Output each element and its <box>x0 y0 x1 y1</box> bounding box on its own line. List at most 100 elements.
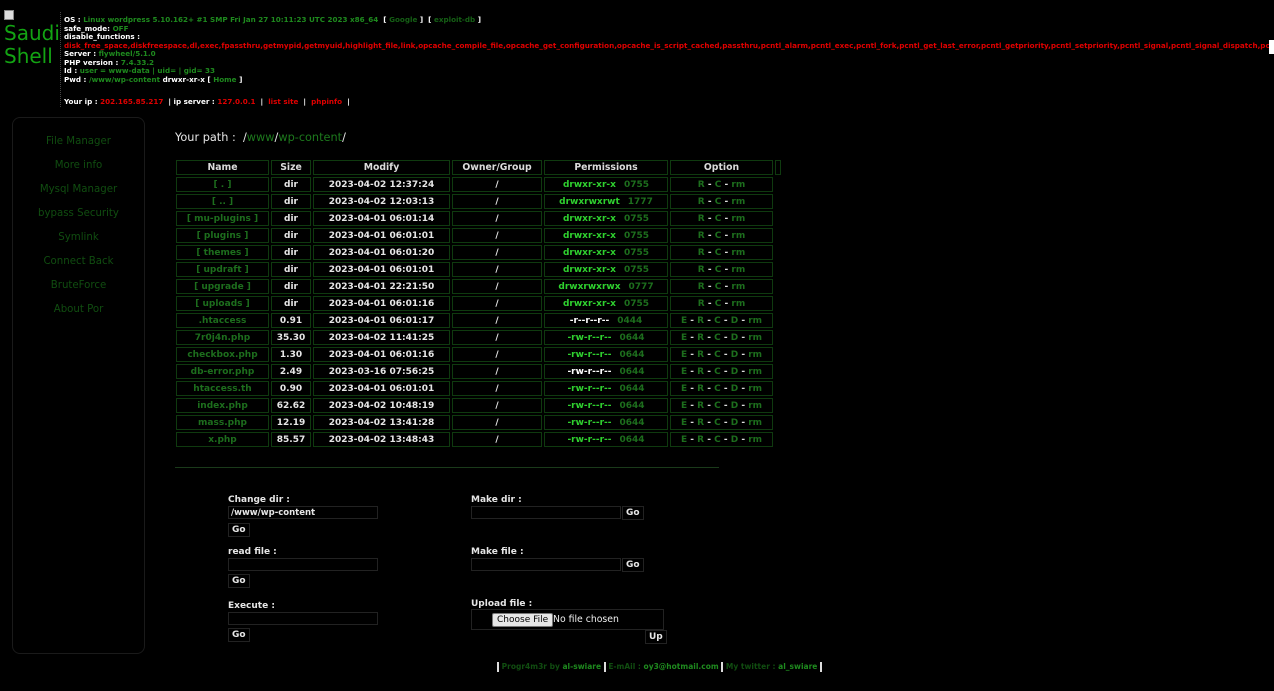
read-file-input[interactable] <box>228 558 378 571</box>
option-rm-link[interactable]: rm <box>748 367 762 377</box>
file-permissions[interactable]: drwxr-xr-x 0755 <box>544 211 668 226</box>
option-rm-link[interactable]: rm <box>731 231 745 241</box>
file-name[interactable]: [ themes ] <box>176 245 269 260</box>
make-dir-go-button[interactable]: Go <box>622 506 644 520</box>
make-file-input[interactable] <box>471 558 621 571</box>
option-c-link[interactable]: C <box>714 401 721 411</box>
file-permissions[interactable]: drwxr-xr-x 0755 <box>544 296 668 311</box>
file-name[interactable]: [ updraft ] <box>176 262 269 277</box>
option-rm-link[interactable]: rm <box>748 418 762 428</box>
sidebar-item-file-manager[interactable]: File Manager <box>13 130 144 154</box>
make-dir-input[interactable] <box>471 506 621 519</box>
option-r-link[interactable]: R <box>698 214 705 224</box>
file-name[interactable]: index.php <box>176 398 269 413</box>
permission-string: -rw-r--r-- <box>567 349 612 360</box>
option-c-link[interactable]: C <box>714 435 721 445</box>
file-name[interactable]: db-error.php <box>176 364 269 379</box>
change-dir-input[interactable]: /www/wp-content <box>228 506 378 519</box>
file-name[interactable]: htaccess.th <box>176 381 269 396</box>
file-permissions[interactable]: drwxrwxrwx 0777 <box>544 279 668 294</box>
file-name[interactable]: checkbox.php <box>176 347 269 362</box>
file-permissions[interactable]: -rw-r--r-- 0644 <box>544 398 668 413</box>
file-name[interactable]: [ . ] <box>176 177 269 192</box>
sidebar-item-symlink[interactable]: Symlink <box>13 226 144 250</box>
file-name[interactable]: [ mu-plugins ] <box>176 211 269 226</box>
file-name[interactable]: [ upgrade ] <box>176 279 269 294</box>
file-options: E - R - C - D - rm <box>670 415 773 430</box>
file-permissions[interactable]: -rw-r--r-- 0644 <box>544 432 668 447</box>
option-rm-link[interactable]: rm <box>748 384 762 394</box>
option-c-link[interactable]: C <box>714 367 721 377</box>
path-segment-www[interactable]: www <box>247 131 275 144</box>
file-permissions[interactable]: drwxrwxrwt 1777 <box>544 194 668 209</box>
file-name[interactable]: .htaccess <box>176 313 269 328</box>
execute-go-button[interactable]: Go <box>228 628 250 642</box>
permission-string: drwxr-xr-x <box>562 230 616 241</box>
file-options: R - C - rm <box>670 228 773 243</box>
option-r-link[interactable]: R <box>698 231 705 241</box>
file-permissions[interactable]: -rw-r--r-- 0644 <box>544 330 668 345</box>
option-r-link[interactable]: R <box>698 282 705 292</box>
option-c-link[interactable]: C <box>714 333 721 343</box>
file-name[interactable]: [ plugins ] <box>176 228 269 243</box>
option-rm-link[interactable]: rm <box>748 316 762 326</box>
option-c-link[interactable]: C <box>714 418 721 428</box>
option-c-link[interactable]: C <box>714 316 721 326</box>
execute-input[interactable] <box>228 612 378 625</box>
option-rm-link[interactable]: rm <box>731 248 745 258</box>
footer-twitter[interactable]: al_swiare <box>778 662 817 671</box>
path-segment-wp-content[interactable]: wp-content <box>278 131 342 144</box>
sidebar-item-mysql-manager[interactable]: Mysql Manager <box>13 178 144 202</box>
option-rm-link[interactable]: rm <box>748 333 762 343</box>
sidebar-item-more-info[interactable]: More info <box>13 154 144 178</box>
file-permissions[interactable]: drwxr-xr-x 0755 <box>544 177 668 192</box>
phpinfo-link[interactable]: phpinfo <box>311 97 342 106</box>
make-file-go-button[interactable]: Go <box>622 558 644 572</box>
sidebar-item-connect-back[interactable]: Connect Back <box>13 250 144 274</box>
option-rm-link[interactable]: rm <box>731 282 745 292</box>
option-c-link[interactable]: C <box>714 384 721 394</box>
ip-server-label: | ip server : <box>168 97 215 106</box>
option-rm-link[interactable]: rm <box>748 350 762 360</box>
option-rm-link[interactable]: rm <box>731 214 745 224</box>
option-r-link[interactable]: R <box>698 265 705 275</box>
file-name[interactable]: [ uploads ] <box>176 296 269 311</box>
sidebar-item-about[interactable]: About Por <box>13 298 144 322</box>
file-permissions[interactable]: -rw-r--r-- 0644 <box>544 347 668 362</box>
file-permissions[interactable]: -rw-r--r-- 0644 <box>544 381 668 396</box>
sidebar-item-bypass-security[interactable]: bypass Security <box>13 202 144 226</box>
option-rm-link[interactable]: rm <box>731 197 745 207</box>
table-row: [ .. ] dir 2023-04-02 12:03:13/ drwxrwxrwt 1… <box>176 194 781 209</box>
change-dir-go-button[interactable]: Go <box>228 523 250 537</box>
file-owner: / <box>452 279 542 294</box>
option-rm-link[interactable]: rm <box>731 299 745 309</box>
list-site-link[interactable]: list site <box>268 97 298 106</box>
file-permissions[interactable]: -rw-r--r-- 0644 <box>544 415 668 430</box>
option-rm-link[interactable]: rm <box>731 180 745 190</box>
file-permissions[interactable]: -r--r--r-- 0444 <box>544 313 668 328</box>
file-name[interactable]: mass.php <box>176 415 269 430</box>
choose-file-button[interactable]: Choose File <box>492 613 554 627</box>
home-link[interactable]: Home <box>213 76 236 84</box>
sidebar-item-bruteforce[interactable]: BruteForce <box>13 274 144 298</box>
option-r-link[interactable]: R <box>698 197 705 207</box>
file-name[interactable]: 7r0j4n.php <box>176 330 269 345</box>
option-r-link[interactable]: R <box>698 248 705 258</box>
option-rm-link[interactable]: rm <box>748 401 762 411</box>
file-permissions[interactable]: drwxr-xr-x 0755 <box>544 262 668 277</box>
exploit-db-link[interactable]: exploit-db <box>434 16 475 24</box>
file-name[interactable]: x.php <box>176 432 269 447</box>
option-r-link[interactable]: R <box>698 180 705 190</box>
option-rm-link[interactable]: rm <box>748 435 762 445</box>
footer-email[interactable]: oy3@hotmail.com <box>644 662 719 671</box>
file-permissions[interactable]: drwxr-xr-x 0755 <box>544 228 668 243</box>
file-permissions[interactable]: -rw-r--r-- 0644 <box>544 364 668 379</box>
google-link[interactable]: Google <box>389 16 417 24</box>
upload-button[interactable]: Up <box>645 630 667 644</box>
read-file-go-button[interactable]: Go <box>228 574 250 588</box>
option-rm-link[interactable]: rm <box>731 265 745 275</box>
file-permissions[interactable]: drwxr-xr-x 0755 <box>544 245 668 260</box>
option-c-link[interactable]: C <box>714 350 721 360</box>
file-name[interactable]: [ .. ] <box>176 194 269 209</box>
option-r-link[interactable]: R <box>698 299 705 309</box>
